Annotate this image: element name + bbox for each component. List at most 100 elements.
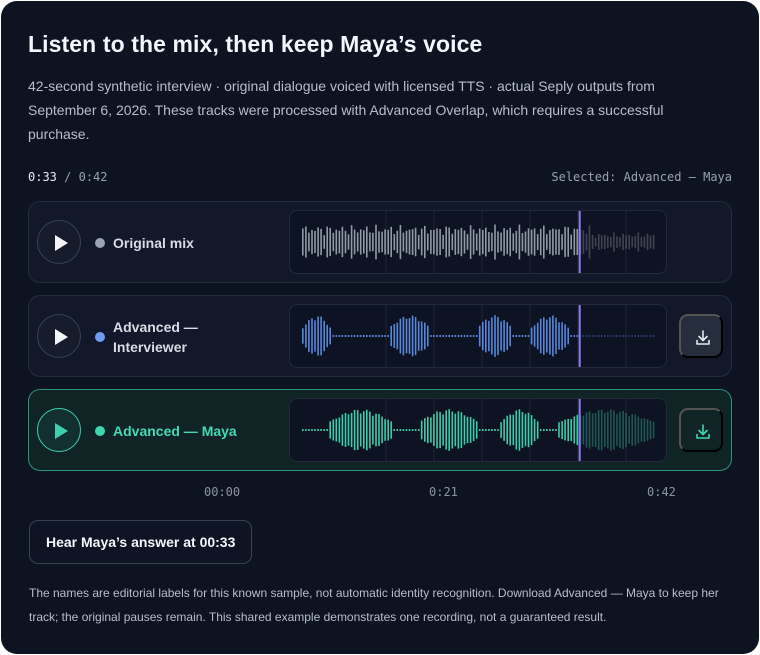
waveform-bar [332,232,335,252]
play-original-mix-button[interactable] [37,220,81,264]
waveform-bar [527,228,530,256]
playhead-line [578,305,581,367]
waveform-bar [466,416,469,444]
waveform-bar [485,319,487,353]
waveform-bar [640,418,643,442]
waveform-bar [607,411,609,449]
waveform-bar [597,409,600,451]
download-advanced-maya-button[interactable] [679,408,723,452]
waveform-bar [344,230,347,254]
waveform-bar [326,226,328,258]
waveform-bar [637,335,640,337]
waveform-bar [329,227,331,257]
waveform-bar [402,316,405,356]
waveform-bar [356,232,359,252]
hear-maya-answer-button[interactable]: Hear Maya’s answer at 00:33 [29,520,253,564]
waveform-bar [424,418,426,442]
waveform-bar [463,335,466,337]
waveform-bar [555,317,557,355]
waveform-bar [536,421,539,439]
track-original-mix[interactable]: Original mix [28,201,732,283]
waveform-bar [381,231,383,253]
waveform-bar [390,325,392,347]
waveform-bar [512,335,515,337]
waveform-bar [652,335,655,337]
waveform-bar [411,229,414,255]
waveform-bar [497,429,499,431]
waveform-bar [399,318,402,354]
waveform-original-mix[interactable] [289,210,667,274]
waveform-bar [564,419,566,441]
waveform-bar [314,320,316,352]
waveform-bar [582,415,585,445]
waveform-bar [491,429,493,431]
track-advanced-interviewer[interactable]: Advanced — Interviewer [28,295,732,377]
waveform-bar [634,235,637,249]
waveform-bar [543,317,545,355]
waveform-bar [631,335,633,337]
waveform-bar [573,335,576,337]
waveform-bar [637,416,640,444]
waveform-bar [482,230,484,255]
waveform-bar [411,429,414,431]
waveform-bar [637,232,640,252]
waveform-advanced-maya[interactable] [289,398,667,462]
waveform-advanced-interviewer[interactable] [289,304,667,368]
playhead-line [578,211,581,273]
waveform-bar [384,419,386,441]
waveform-bar [378,231,380,253]
waveform-bar [323,429,325,431]
waveform-bar [347,414,350,446]
waveform-bar [588,335,591,337]
track-advanced-maya[interactable]: Advanced — Maya [28,389,732,471]
waveform-bar [320,316,322,356]
waveform-bar [643,335,646,337]
waveform-bar [570,335,572,337]
waveform-bar [372,232,374,252]
waveform-bar [588,411,591,449]
waveform-bar [543,225,545,259]
waveform-bar [536,322,539,350]
waveform-bar [509,325,511,347]
waveform-bar [335,418,338,442]
waveform-bar [405,318,408,354]
waveform-bar [442,234,444,250]
download-advanced-interviewer-button[interactable] [679,314,723,358]
waveform-bar [335,335,338,337]
footnote: The names are editorial labels for this … [29,586,719,624]
waveform-bar [485,429,487,431]
waveform-bar [353,335,356,337]
waveform-bar [643,236,646,248]
playhead-line [578,399,581,461]
waveform-bar [549,230,551,254]
waveform-bar [323,320,325,352]
waveform-bar [643,418,646,442]
waveform-bar [460,335,463,337]
waveform-bar [567,418,569,442]
waveform-bar [405,429,408,431]
waveform-bar [478,325,481,347]
waveform-bar [533,228,536,256]
play-advanced-maya-button[interactable] [37,408,81,452]
waveform-bar [649,235,652,249]
waveform-bar [503,419,505,441]
waveform-bar [326,324,328,348]
page-title: Listen to the mix, then keep Maya’s voic… [28,31,483,57]
waveform-bar [311,429,313,431]
waveform-bar [497,317,499,355]
play-advanced-interviewer-button[interactable] [37,314,81,358]
axis-label-middle: 0:21 [429,485,458,499]
waveform-bar [305,324,307,348]
waveform-bar [616,414,618,446]
waveform-bar [475,421,478,439]
waveform-bar [344,413,347,447]
waveform-bar [433,229,435,255]
waveform-bar [454,229,457,255]
waveform-bar [491,232,493,252]
waveform-bar [396,322,399,350]
waveform-bar [466,335,469,337]
waveform-bar [646,335,649,337]
waveform-bar [482,321,484,351]
waveform-bar [448,409,450,451]
waveform-bar [604,413,606,447]
